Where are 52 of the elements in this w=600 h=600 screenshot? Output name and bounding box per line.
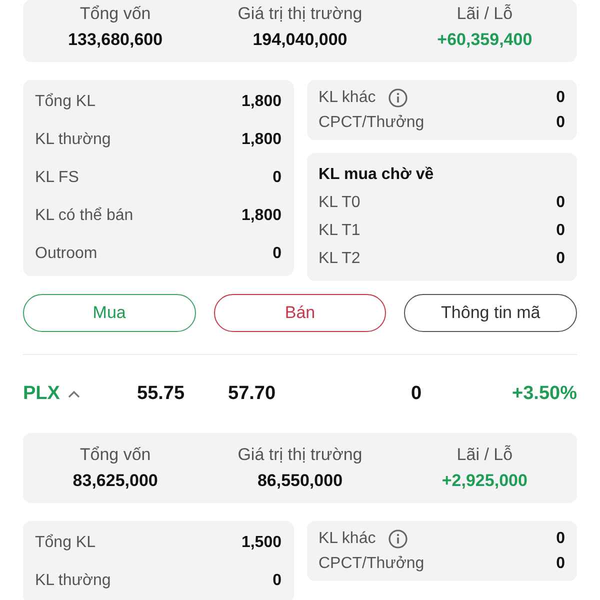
summary-label: Lãi / Lỗ <box>456 4 513 24</box>
volume-label: Tổng KL <box>35 533 96 553</box>
volume-value: 0 <box>556 112 565 132</box>
volume-label: KL FS <box>35 168 79 188</box>
summary-value: +60,359,400 <box>437 30 532 50</box>
volume-value: 1,800 <box>241 92 282 112</box>
caret-up-icon[interactable] <box>68 390 80 398</box>
volume-value: 1,500 <box>241 533 282 553</box>
volume-value: 0 <box>556 193 565 213</box>
volume-label: KL T1 <box>318 221 360 241</box>
volume-value: 0 <box>556 528 565 548</box>
stock-symbol[interactable]: PLX <box>23 380 60 408</box>
volume-value: 1,800 <box>241 130 282 150</box>
pending-title: KL mua chờ về <box>318 165 435 185</box>
volume-value: 0 <box>556 221 565 241</box>
cost-price: 55.75 <box>137 382 186 406</box>
info-icon[interactable] <box>388 88 408 108</box>
summary-value: 133,680,600 <box>68 30 163 50</box>
volume-value: 0 <box>556 88 565 108</box>
volume-value: 0 <box>272 168 282 188</box>
market-price: 57.70 <box>228 382 277 406</box>
volume-label: CPCT/Thưởng <box>318 112 424 132</box>
volume-label: KL có thể bán <box>35 206 134 226</box>
summary-value: +2,925,000 <box>442 471 528 491</box>
volume-value: 1,800 <box>241 206 282 226</box>
volume-value: 0 <box>556 249 565 269</box>
summary-value: 83,625,000 <box>72 471 158 491</box>
stock-info-button[interactable]: Thông tin mã <box>404 294 577 332</box>
info-icon[interactable] <box>388 528 408 548</box>
volume-label: KL T0 <box>318 193 360 213</box>
sell-button[interactable]: Bán <box>214 294 386 332</box>
volume-label: Tổng KL <box>35 92 96 112</box>
buy-button[interactable]: Mua <box>23 294 196 332</box>
volume-label: KL khác <box>318 88 376 108</box>
summary-value: 194,040,000 <box>252 30 348 50</box>
change-percent: +3.50% <box>512 382 577 406</box>
volume-label: Outroom <box>35 244 98 264</box>
summary-label: Giá trị thị trường <box>238 445 362 465</box>
volume-label: KL T2 <box>318 249 360 269</box>
summary-value: 86,550,000 <box>257 471 343 491</box>
volume-label: KL thường <box>35 130 111 150</box>
volume-label: CPCT/Thưởng <box>318 554 424 574</box>
volume-label: KL thường <box>35 571 111 591</box>
volume-value: 0 <box>556 554 565 574</box>
summary-label: Tổng vốn <box>80 4 151 24</box>
summary-label: Giá trị thị trường <box>238 4 362 24</box>
volume-value: 0 <box>272 571 282 591</box>
volume-value: 0 <box>272 244 282 264</box>
summary-label: Tổng vốn <box>80 445 151 465</box>
summary-label: Lãi / Lỗ <box>456 445 513 465</box>
volume-label: KL khác <box>318 528 376 548</box>
quantity-value: 0 <box>411 382 422 406</box>
